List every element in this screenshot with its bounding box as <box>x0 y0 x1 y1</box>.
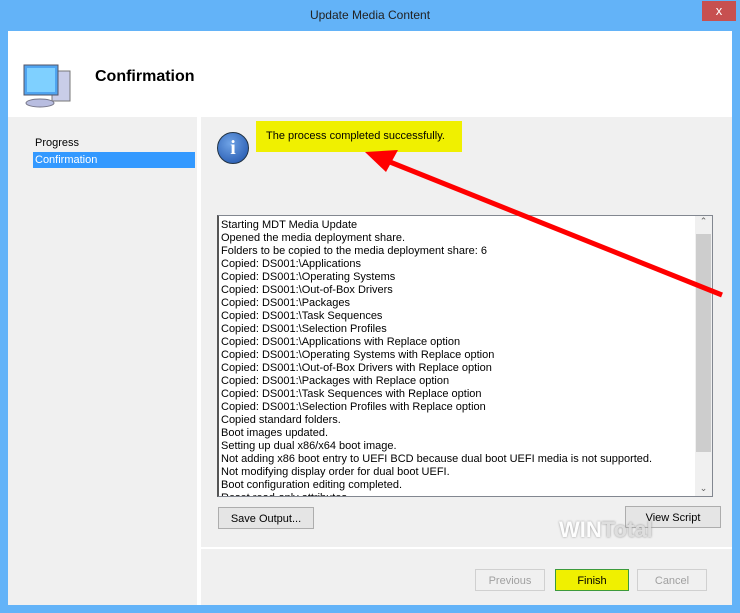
red-arrow-annotation <box>365 150 723 298</box>
